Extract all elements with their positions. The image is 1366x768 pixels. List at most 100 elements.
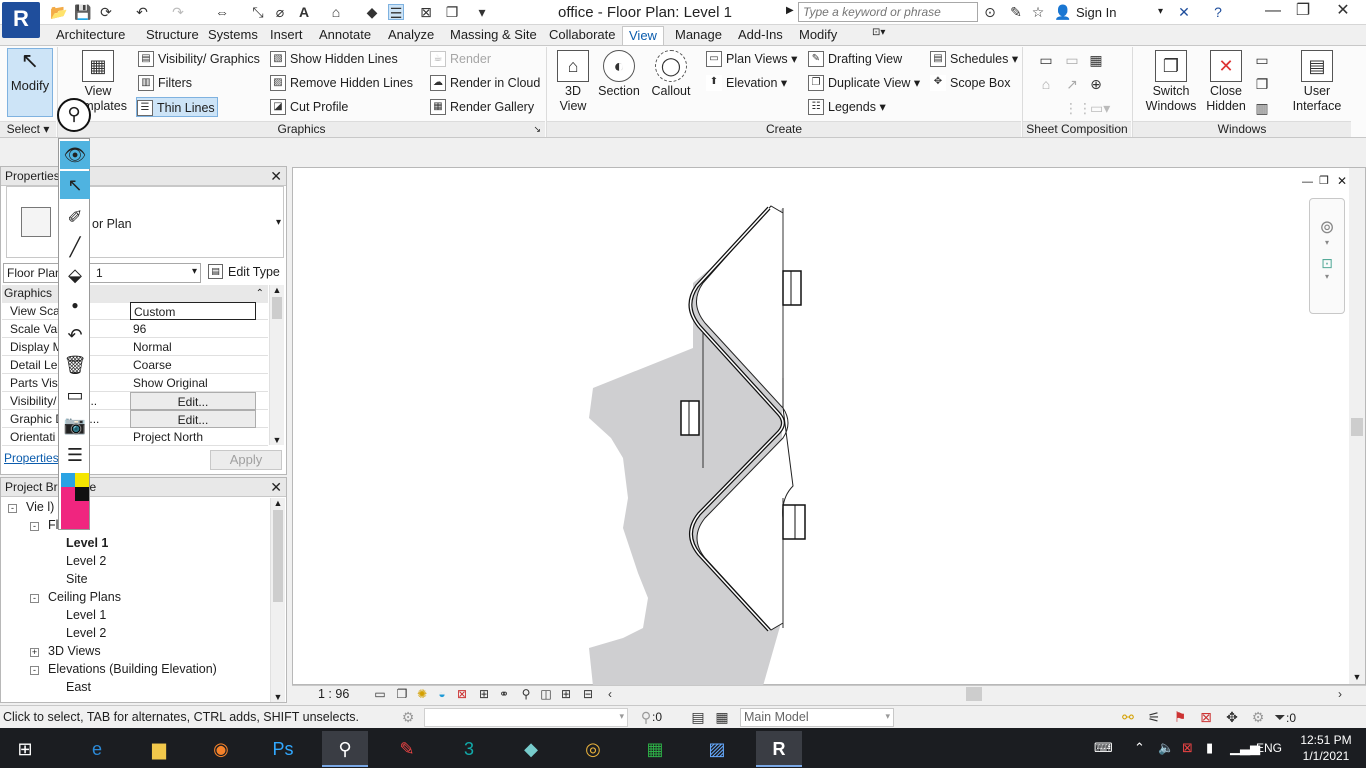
keyboard-icon[interactable]: ⌨ xyxy=(1094,740,1113,756)
property-row[interactable]: View Sca Custom xyxy=(2,302,268,320)
eye-icon[interactable]: 👁 xyxy=(60,141,90,169)
detail-level-icon[interactable]: ▭ xyxy=(372,686,388,702)
property-value[interactable]: 96 xyxy=(130,320,256,338)
sun-path-icon[interactable]: ✺ xyxy=(414,686,430,702)
pen-line-icon[interactable]: ╱ xyxy=(60,233,90,261)
property-row[interactable]: Orientati Project North xyxy=(2,428,268,446)
user-icon[interactable]: 👤 xyxy=(1054,4,1071,20)
collapse-node-icon[interactable]: - xyxy=(30,666,39,675)
notepad-icon[interactable]: ☰ xyxy=(60,441,90,469)
tab-insert[interactable]: Insert xyxy=(264,26,309,45)
filters-button[interactable]: ▥ Filters xyxy=(138,73,192,93)
graphics-panel-label[interactable]: Graphics ↘ xyxy=(58,121,545,137)
visibility-graphics-button[interactable]: ▤ Visibility/ Graphics xyxy=(138,49,260,69)
input-language[interactable]: ENG xyxy=(1256,741,1282,755)
legends-button[interactable]: ☷ Legends ▾ xyxy=(808,97,886,117)
property-row[interactable]: Graphic D Opti... Edit... xyxy=(2,410,268,428)
design-options-icon[interactable]: ▤ xyxy=(690,709,706,725)
replicate-icon[interactable]: ▭ xyxy=(1254,52,1270,68)
callout-button[interactable]: ◯ Callout xyxy=(648,50,694,99)
modify-button[interactable]: ↖ Modify xyxy=(7,48,53,117)
create-panel-label[interactable]: Create xyxy=(547,121,1021,137)
thin-lines-icon[interactable]: ☰ xyxy=(388,4,404,21)
collapse-node-icon[interactable]: - xyxy=(30,522,39,531)
tab-add-ins[interactable]: Add-Ins xyxy=(732,26,789,45)
elevation-button[interactable]: ⬆ Elevation ▾ xyxy=(706,73,787,93)
zoom-icon[interactable]: ⊡ xyxy=(1310,255,1344,272)
eraser-icon[interactable]: ⬙ xyxy=(60,261,90,289)
select-underlay-icon[interactable]: ⚟ xyxy=(1146,709,1162,725)
background-process-icon[interactable]: ⚙ xyxy=(1250,709,1266,725)
property-row[interactable]: Detail Le Coarse xyxy=(2,356,268,374)
camera-icon[interactable]: 📷 xyxy=(60,411,90,439)
undo-annotation-icon[interactable]: ↶ xyxy=(60,321,90,349)
color-swatch-blue[interactable] xyxy=(61,473,75,487)
close-properties-icon[interactable]: ✕ xyxy=(270,167,282,185)
section-icon[interactable]: ◆ xyxy=(364,4,380,20)
view-scale[interactable]: 1 : 96 xyxy=(318,687,349,701)
collapse-node-icon[interactable]: - xyxy=(30,594,39,603)
scroll-down-icon[interactable]: ▼ xyxy=(271,692,285,702)
cut-profile-button[interactable]: ◪ Cut Profile xyxy=(270,97,348,117)
graphics-group-header[interactable]: Graphics ⌃ xyxy=(2,285,268,303)
canvas-vertical-scrollbar[interactable]: ▼ xyxy=(1349,168,1365,684)
annotation-pen-logo-icon[interactable]: ⚲ xyxy=(57,98,91,132)
close-hidden-icon[interactable]: ⊠ xyxy=(418,4,434,20)
new-sheet-icon[interactable]: ▭ xyxy=(1038,52,1054,68)
internet-explorer-icon[interactable]: e xyxy=(74,731,120,767)
tab-architecture[interactable]: Architecture xyxy=(50,26,131,45)
sign-in-dropdown-icon[interactable]: ▾ xyxy=(1158,6,1163,17)
clock-date[interactable]: 1/1/2021 xyxy=(1300,749,1352,763)
tree-item[interactable]: Vie l) xyxy=(26,500,54,514)
property-value[interactable]: Coarse xyxy=(130,356,256,374)
property-value[interactable]: Project North xyxy=(130,428,256,446)
property-value[interactable]: Normal xyxy=(130,338,256,356)
tab-systems[interactable]: Systems xyxy=(202,26,264,45)
render-button[interactable]: ☕ Render xyxy=(430,49,491,69)
dropdown-icon[interactable]: ▾ xyxy=(1310,238,1344,247)
viewports-icon[interactable]: ▭▾ xyxy=(1090,100,1110,116)
place-view-icon[interactable]: ▦ xyxy=(1088,52,1104,68)
firefox-icon[interactable]: ◉ xyxy=(198,731,244,767)
tree-item[interactable]: 3D Views xyxy=(48,644,101,658)
switch-windows-button[interactable]: ❐ Switch Windows xyxy=(1144,50,1198,114)
duplicate-view-button[interactable]: ❐ Duplicate View ▾ xyxy=(808,73,920,93)
title-block-icon[interactable]: ▭ xyxy=(1064,52,1080,68)
worksets-icon[interactable]: ⚙ xyxy=(400,709,416,725)
schedules-button[interactable]: ▤ Schedules ▾ xyxy=(930,49,1018,69)
tree-item[interactable]: Level 2 xyxy=(66,554,106,568)
binoculars-icon[interactable]: ⊙ xyxy=(982,4,998,20)
windows-start-icon[interactable]: ⊞ xyxy=(2,731,48,767)
volume-icon[interactable]: 🔈 xyxy=(1158,740,1174,756)
property-edit-button[interactable]: Edit... xyxy=(130,392,256,410)
photos-icon[interactable]: ▨ xyxy=(694,731,740,767)
exclude-options-icon[interactable]: ▦ xyxy=(714,709,730,725)
properties-help-link[interactable]: Properties xyxy=(4,451,59,465)
guide-grid-icon[interactable]: ↗ xyxy=(1064,76,1080,92)
close-window-icon[interactable]: ✕ xyxy=(1320,0,1366,24)
measure-icon[interactable]: ⇔ xyxy=(214,4,230,20)
annotation-app-icon[interactable]: ⚲ xyxy=(322,731,368,767)
highlighter-icon[interactable]: ✐ xyxy=(60,203,90,231)
apply-button[interactable]: Apply xyxy=(210,450,282,470)
switch-windows-icon[interactable]: ❐ xyxy=(444,4,460,20)
section-button[interactable]: ◐ Section xyxy=(596,50,642,99)
show-hidden-icons-icon[interactable]: ⌃ xyxy=(1134,740,1145,756)
color-swatch-pink[interactable] xyxy=(61,487,75,501)
drag-elements-icon[interactable]: ✥ xyxy=(1224,709,1240,725)
analytical-model-icon[interactable]: ⊟ xyxy=(580,686,596,702)
temporary-hide-icon[interactable]: ⚭ xyxy=(496,686,512,702)
text-icon[interactable]: A xyxy=(296,4,312,20)
view-reference-icon[interactable]: ⋮⋮ xyxy=(1064,100,1092,116)
customize-qat-icon[interactable]: ▾ xyxy=(474,4,490,20)
trash-icon[interactable]: 🗑 xyxy=(60,351,90,379)
cascade-icon[interactable]: ❐ xyxy=(1254,76,1270,92)
drawing-app-icon[interactable]: ✎ xyxy=(384,731,430,767)
view-close-icon[interactable]: ✕ xyxy=(1337,174,1347,188)
tile-icon[interactable]: ▥ xyxy=(1254,100,1270,116)
tab-structure[interactable]: Structure xyxy=(140,26,205,45)
matchline-icon[interactable]: ⊕ xyxy=(1088,76,1104,92)
show-crop-icon[interactable]: ⊞ xyxy=(476,686,492,702)
show-hidden-lines-button[interactable]: ▧ Show Hidden Lines xyxy=(270,49,398,69)
instance-filter-select[interactable]: Floor Plan 1 ▾ xyxy=(3,263,201,283)
